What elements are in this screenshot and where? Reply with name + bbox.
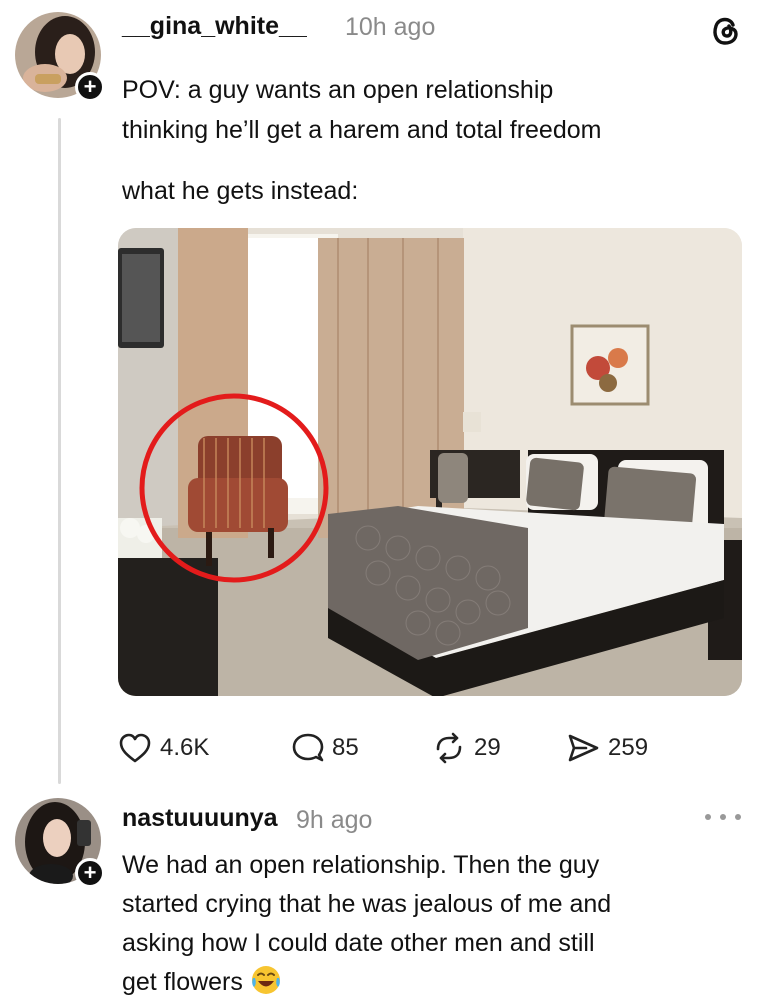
reply-text-line-4-container: get flowers: [122, 962, 742, 1000]
post-image[interactable]: [118, 228, 742, 696]
post-text-line-3: what he gets instead:: [122, 177, 359, 205]
reply-username[interactable]: nastuuuunya: [122, 804, 278, 833]
like-count: 4.6K: [160, 734, 210, 761]
reply-text-line-2: started crying that he was jealous of me…: [122, 890, 612, 918]
repost-icon: [432, 732, 466, 764]
heart-icon: [118, 732, 152, 764]
reply-timestamp: 9h ago: [296, 806, 373, 834]
more-dot: [705, 814, 711, 820]
post-text-line-1: POV: a guy wants an open relationship: [122, 76, 554, 104]
post-timestamp: 10h ago: [345, 13, 436, 41]
follow-reply-author-button[interactable]: +: [75, 858, 105, 888]
repost-count: 29: [474, 734, 501, 761]
threads-logo-icon[interactable]: [707, 12, 743, 48]
more-dot: [720, 814, 726, 820]
repost-button[interactable]: 29: [432, 726, 501, 770]
share-button[interactable]: 259: [566, 726, 648, 770]
reply-text-line-3: asking how I could date other men and st…: [122, 929, 595, 957]
send-icon: [566, 732, 600, 764]
more-horizontal-icon[interactable]: [705, 805, 741, 829]
more-dot: [735, 814, 741, 820]
comment-bubble-icon: [292, 732, 324, 764]
reply-text-line-4: get flowers: [122, 968, 243, 996]
comment-button[interactable]: 85: [292, 726, 359, 770]
like-button[interactable]: 4.6K: [118, 726, 209, 770]
comment-count: 85: [332, 734, 359, 761]
post-actions-bar: 4.6K 85 29 259: [118, 726, 678, 770]
post-text-line-2: thinking he’ll get a harem and total fre…: [122, 116, 602, 144]
author-username[interactable]: __gina_white__: [122, 12, 307, 41]
share-count: 259: [608, 734, 649, 761]
reply-text-line-1: We had an open relationship. Then the gu…: [122, 851, 600, 879]
follow-author-button[interactable]: +: [75, 72, 105, 102]
thread-connector-line: [58, 118, 61, 784]
face-with-tears-of-joy-icon: [250, 964, 282, 996]
